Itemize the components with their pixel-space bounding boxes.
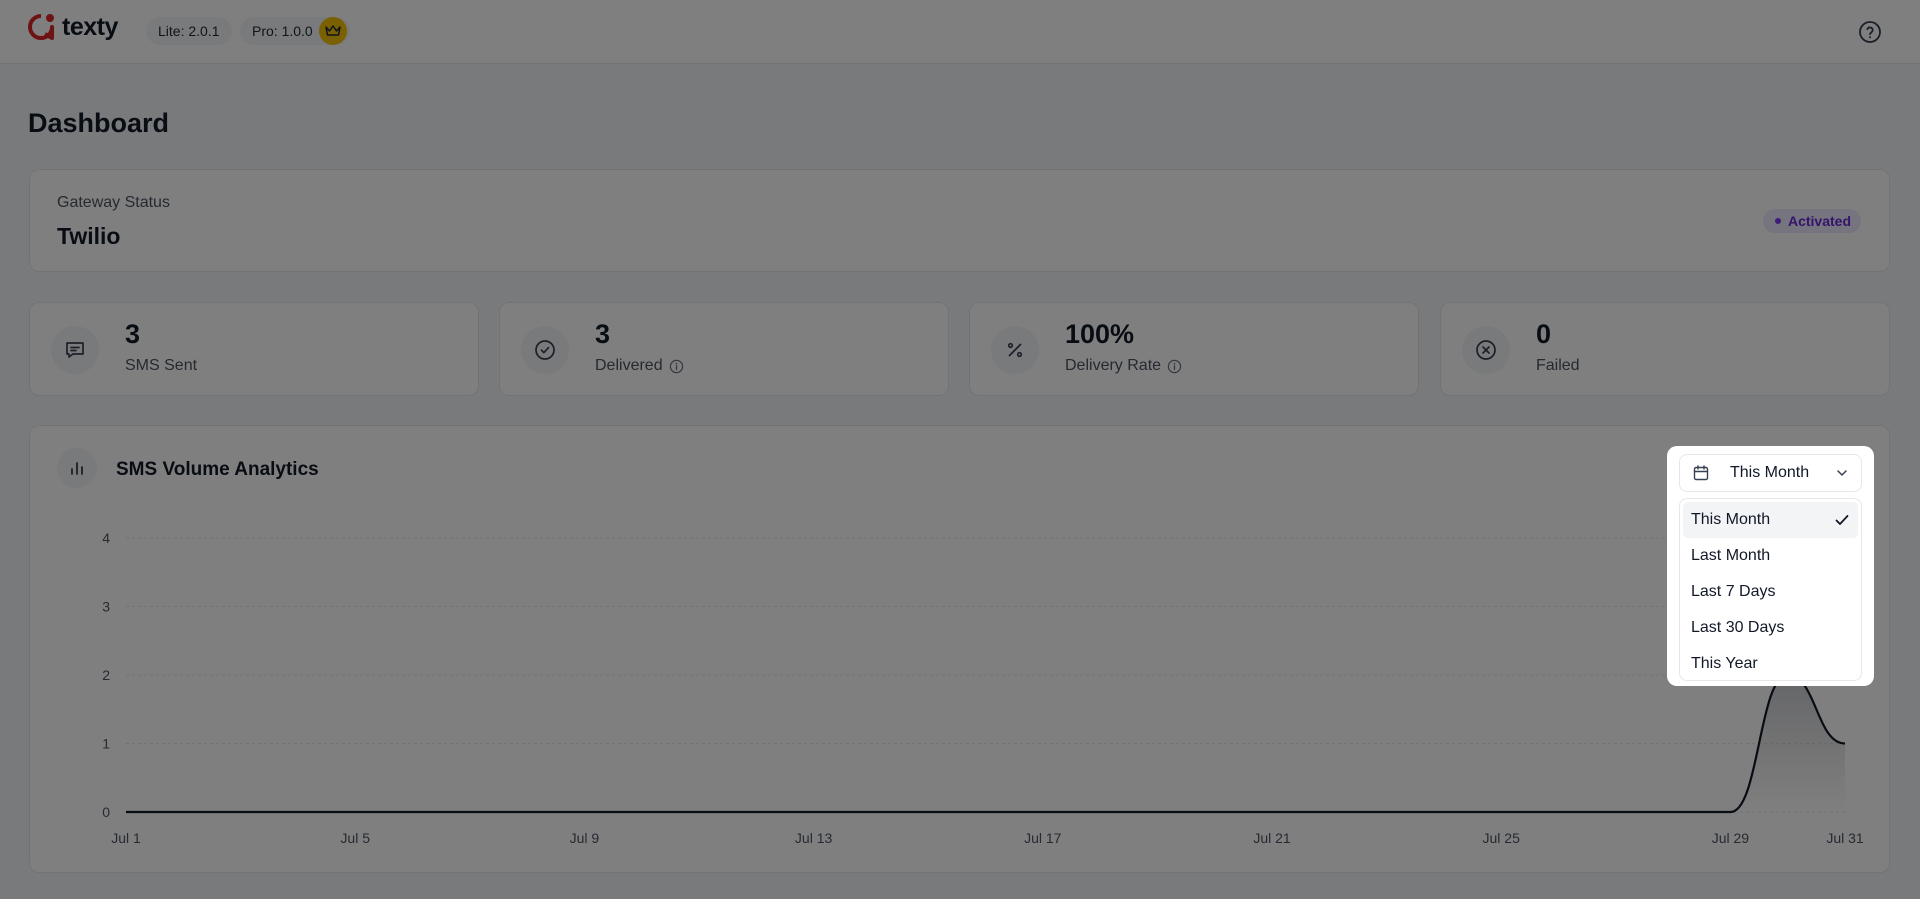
date-option-label: This Month <box>1691 511 1771 528</box>
date-range-menu: This Month Last Month Last 7 Days Last 3… <box>1679 498 1862 681</box>
date-option-label: Last Month <box>1691 547 1771 564</box>
chevron-down-icon <box>1837 470 1847 476</box>
dropdown-backdrop[interactable] <box>0 0 1920 899</box>
date-option-last-30-days[interactable]: Last 30 Days <box>1683 610 1858 646</box>
date-range-select[interactable]: This Month <box>1679 454 1862 492</box>
date-option-label: Last 30 Days <box>1691 619 1785 636</box>
date-option-this-year[interactable]: This Year <box>1683 646 1858 682</box>
date-range-selected: This Month <box>1730 464 1810 481</box>
date-option-last-month[interactable]: Last Month <box>1683 538 1858 574</box>
date-option-label: Last 7 Days <box>1691 583 1776 600</box>
date-option-label: This Year <box>1691 655 1758 672</box>
check-icon <box>1835 515 1849 525</box>
date-option-last-7-days[interactable]: Last 7 Days <box>1683 574 1858 610</box>
date-option-this-month[interactable]: This Month <box>1683 502 1858 538</box>
calendar-icon <box>1693 465 1709 481</box>
